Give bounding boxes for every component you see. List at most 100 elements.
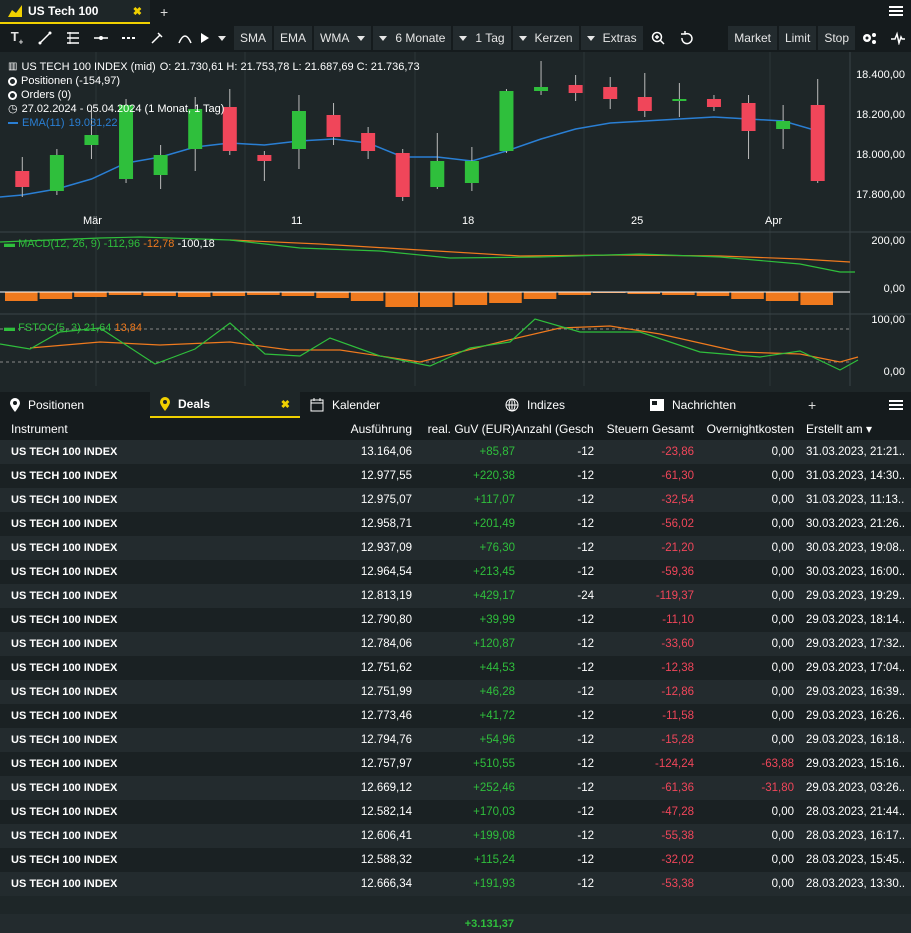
pulse-icon[interactable] (885, 26, 911, 50)
macd-bar (39, 292, 73, 299)
extras-select[interactable]: Extras (580, 26, 643, 50)
tab-deals[interactable]: Deals ✖ (150, 392, 300, 418)
col-ausfuehrung[interactable]: Ausführung (300, 422, 412, 436)
cell-steuern: -119,37 (655, 590, 694, 602)
tab-positionen[interactable]: Positionen (0, 392, 150, 418)
menu-icon[interactable] (889, 398, 903, 412)
x-tick: 18 (462, 215, 475, 227)
col-instrument[interactable]: Instrument (0, 422, 300, 436)
legend-ohlc: O: 21.730,61 H: 21.753,78 L: 21.687,69 C… (159, 61, 420, 73)
table-row[interactable]: US TECH 100 INDEX 12.784,06 +120,87 -12 -33,… (0, 632, 911, 656)
tab-indizes[interactable]: Indizes (450, 392, 600, 418)
y-tick: 18.200,00 (856, 109, 905, 121)
table-row[interactable]: US TECH 100 INDEX 12.964,54 +213,45 -12 -59,… (0, 560, 911, 584)
zoom-icon[interactable] (645, 26, 671, 50)
cell-overnight: 0,00 (771, 542, 794, 554)
candle-body (84, 135, 99, 145)
cell-steuern: -55,38 (661, 830, 694, 842)
table-row[interactable]: US TECH 100 INDEX 12.666,34 +191,93 -12 -53,… (0, 872, 911, 896)
limit-button[interactable]: Limit (778, 26, 817, 50)
cell-anzahl: -12 (577, 758, 594, 770)
cell-anzahl: -12 (577, 518, 594, 530)
add-tab-button[interactable]: + (808, 397, 816, 413)
col-anzahl[interactable]: Anzahl (Geschl (515, 422, 594, 436)
table-row[interactable]: US TECH 100 INDEX 12.975,07 +117,07 -12 -32,… (0, 488, 911, 512)
brush-icon[interactable] (144, 26, 170, 50)
tab-kalender[interactable]: Kalender (300, 392, 450, 418)
table-row[interactable]: US TECH 100 INDEX 12.757,97 +510,55 -12 -124… (0, 752, 911, 776)
candle-body (741, 103, 756, 131)
macd-signal-line (229, 239, 851, 263)
chart-icon (8, 5, 22, 17)
tab-nachrichten[interactable]: Nachrichten (600, 392, 800, 418)
horizontal-line-icon[interactable] (88, 26, 114, 50)
cell-overnight: 0,00 (771, 638, 794, 650)
pointer-icon[interactable] (200, 26, 226, 50)
close-tab-icon[interactable]: ✖ (281, 398, 290, 411)
cell-ausfuehrung: 12.751,62 (360, 662, 412, 674)
undo-icon[interactable] (673, 26, 699, 50)
fibonacci-icon[interactable] (60, 26, 86, 50)
table-row[interactable]: US TECH 100 INDEX 12.977,55 +220,38 -12 -61,… (0, 464, 911, 488)
radio-icon[interactable] (8, 90, 17, 100)
cell-steuern: -47,28 (661, 806, 694, 818)
fstoc-label: FSTOC(5, 3) (18, 322, 81, 334)
tab-us-tech-100[interactable]: US Tech 100 ✖ (0, 0, 150, 24)
table-row[interactable]: US TECH 100 INDEX 12.790,80 +39,99 -12 -11,1… (0, 608, 911, 632)
period-select[interactable]: 6 Monate (373, 26, 452, 50)
close-tab-icon[interactable]: ✖ (133, 5, 142, 18)
wma-button[interactable]: WMA (314, 26, 372, 50)
cell-guv: +252,46 (473, 782, 515, 794)
stop-button[interactable]: Stop (818, 26, 855, 50)
macd-bar (74, 292, 107, 297)
table-row[interactable]: US TECH 100 INDEX 12.813,19 +429,17 -24 -119… (0, 584, 911, 608)
col-guv[interactable]: real. GuV (EUR) (412, 422, 515, 436)
table-row[interactable]: US TECH 100 INDEX 12.606,41 +199,08 -12 -55,… (0, 824, 911, 848)
table-row[interactable]: US TECH 100 INDEX 12.669,12 +252,46 -12 -61,… (0, 776, 911, 800)
chart-area[interactable]: ▥ US TECH 100 INDEX (mid) O: 21.730,61 H: … (0, 52, 911, 386)
candle-body (672, 99, 687, 101)
sma-button[interactable]: SMA (234, 26, 273, 50)
cell-steuern: -56,02 (661, 518, 694, 530)
dotted-line-icon[interactable] (116, 26, 142, 50)
ema-button[interactable]: EMA (274, 26, 313, 50)
add-tab-button[interactable]: + (160, 4, 168, 20)
macd-bar (523, 292, 557, 299)
table-row[interactable]: US TECH 100 INDEX 12.751,62 +44,53 -12 -12,3… (0, 656, 911, 680)
chart-type-select[interactable]: Kerzen (512, 26, 579, 50)
table-row[interactable]: US TECH 100 INDEX 12.751,99 +46,28 -12 -12,8… (0, 680, 911, 704)
curve-icon[interactable] (172, 26, 198, 50)
macd-bar (177, 292, 211, 297)
fstoc-legend: ▬ FSTOC(5, 3) 21,64 13,84 (4, 322, 143, 334)
interval-select[interactable]: 1 Tag (453, 26, 511, 50)
y-tick: 18.400,00 (856, 69, 905, 81)
table-row[interactable]: US TECH 100 INDEX 12.958,71 +201,49 -12 -56,… (0, 512, 911, 536)
table-row[interactable]: US TECH 100 INDEX 12.937,09 +76,30 -12 -21,2… (0, 536, 911, 560)
radio-icon[interactable] (8, 76, 17, 86)
col-steuern[interactable]: Steuern Gesamt (594, 422, 694, 436)
cell-steuern: -53,38 (661, 878, 694, 890)
tab-label: Positionen (28, 398, 85, 412)
candle-body (637, 97, 652, 111)
macd-tick: 200,00 (871, 235, 905, 247)
table-row[interactable]: US TECH 100 INDEX 13.164,06 +85,87 -12 -23,8… (0, 440, 911, 464)
settings-icon[interactable] (857, 26, 883, 50)
cell-erstellt: 30.03.2023, 16:00... (806, 566, 904, 578)
tab-label: Kalender (332, 398, 381, 412)
macd-bar (143, 292, 176, 296)
cell-guv: +41,72 (479, 710, 516, 722)
col-erstellt[interactable]: Erstellt am ▾ (794, 422, 904, 436)
globe-icon (505, 398, 519, 412)
col-overnight[interactable]: Overnightkosten (694, 422, 794, 436)
line-tool-icon[interactable] (32, 26, 58, 50)
market-button[interactable]: Market (728, 26, 777, 50)
table-row[interactable]: US TECH 100 INDEX 12.773,46 +41,72 -12 -11,5… (0, 704, 911, 728)
table-row[interactable]: US TECH 100 INDEX 12.582,14 +170,03 -12 -47,… (0, 800, 911, 824)
table-row[interactable]: US TECH 100 INDEX 12.588,32 +115,24 -12 -32,… (0, 848, 911, 872)
menu-icon[interactable] (889, 4, 903, 18)
cell-guv: +199,08 (473, 830, 515, 842)
text-tool-icon[interactable]: T+ (4, 26, 30, 50)
table-row[interactable]: US TECH 100 INDEX 12.794,76 +54,96 -12 -15,2… (0, 728, 911, 752)
cell-steuern: -23,86 (661, 446, 694, 458)
candle-body (464, 161, 479, 183)
